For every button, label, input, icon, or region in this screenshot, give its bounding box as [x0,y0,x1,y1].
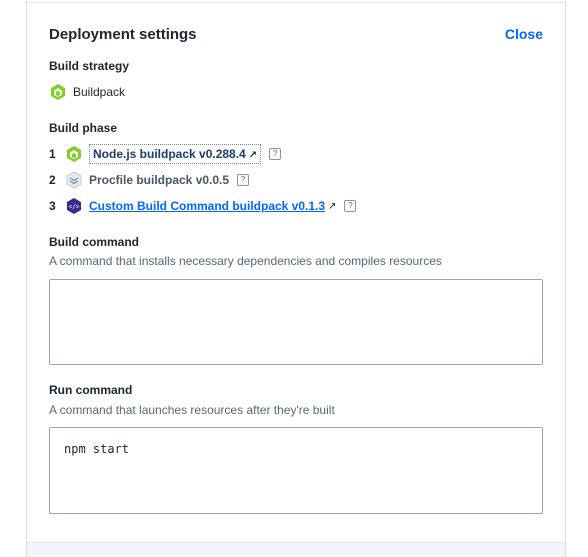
buildpack-number: 2 [49,173,56,187]
buildpack-number: 3 [49,199,56,213]
custom-build-buildpack-link[interactable]: Custom Build Command buildpack v0.1.3 [89,199,325,213]
panel-top-border [27,0,565,3]
close-button[interactable]: Close [505,26,543,42]
buildpack-row-3: 3 </> Custom Build Command buildpack v0.… [49,196,357,216]
panel-footer [27,542,565,557]
nodejs-hexagon-icon [51,84,65,100]
deployment-settings-panel: Deployment settings Close Build strategy… [26,0,566,557]
procfile-layers-icon [66,171,82,189]
build-strategy-text: Buildpack [73,85,126,99]
external-link-icon: ↗ [248,150,258,161]
help-icon[interactable]: ? [269,148,282,160]
build-strategy-label: Build strategy [49,59,130,73]
run-command-label: Run command [49,383,133,397]
build-strategy-value: Buildpack [49,83,125,101]
buildpack-number: 1 [49,147,56,161]
run-command-help: A command that launches resources after … [49,403,335,417]
buildpack-row-1: 1 Node.js buildpack v0.288.4 ↗ ? [49,144,282,164]
svg-text:</>: </> [69,204,80,211]
nodejs-hexagon-icon [67,146,81,162]
external-link-icon: ↗ [328,200,337,212]
help-icon[interactable]: ? [344,200,357,212]
buildpack-name: Node.js buildpack v0.288.4 [93,147,246,161]
code-hexagon-icon: </> [67,198,81,214]
buildpack-row-2: 2 Procfile buildpack v0.0.5 ? [49,170,250,190]
build-phase-label: Build phase [49,121,118,135]
buildpack-name: Custom Build Command buildpack v0.1.3 [89,199,326,213]
build-command-label: Build command [49,235,140,249]
procfile-buildpack-name: Procfile buildpack v0.0.5 [89,173,230,187]
help-icon[interactable]: ? [237,174,250,186]
build-command-input[interactable] [49,279,543,365]
panel-title: Deployment settings [49,26,197,43]
run-command-input[interactable]: npm start [49,427,543,514]
nodejs-buildpack-link[interactable]: Node.js buildpack v0.288.4 ↗ [89,144,262,164]
build-command-help: A command that installs necessary depend… [49,254,442,268]
